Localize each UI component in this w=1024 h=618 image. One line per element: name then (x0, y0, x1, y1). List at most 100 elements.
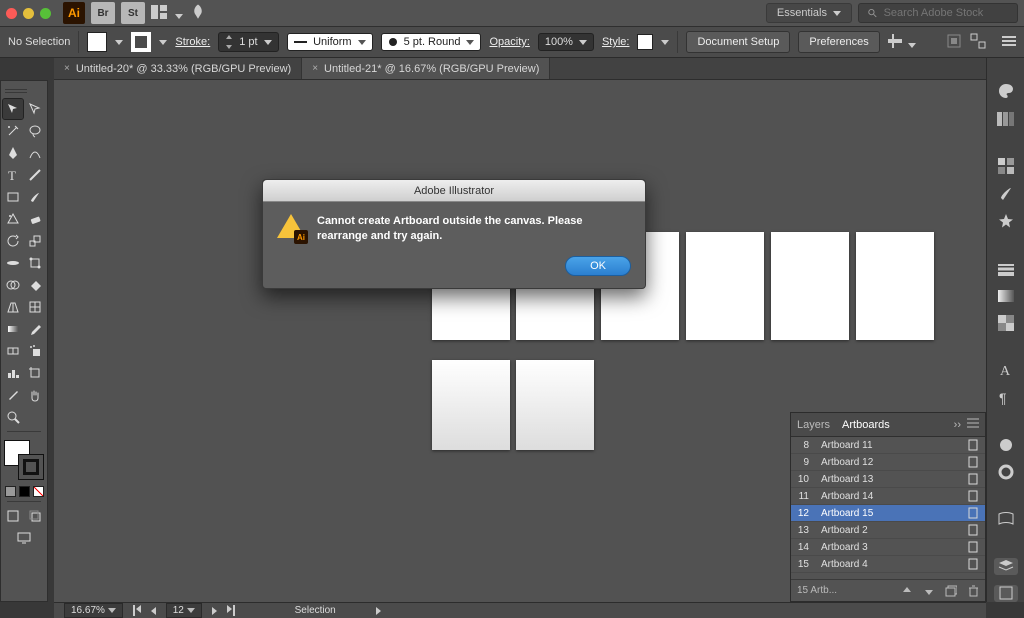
zoom-tool[interactable] (3, 407, 23, 427)
screen-mode-icon[interactable] (14, 528, 34, 548)
type-tool[interactable]: T (3, 165, 23, 185)
character-panel-icon[interactable]: A (994, 362, 1018, 379)
artboard-row[interactable]: 15Artboard 4 (791, 556, 985, 573)
stock-search-input[interactable] (884, 7, 1009, 19)
panel-menu-icon[interactable] (967, 418, 979, 431)
fill-stroke-control[interactable] (4, 440, 44, 480)
color-guide-panel-icon[interactable] (994, 110, 1018, 127)
stock-button[interactable]: St (121, 2, 145, 24)
artboard-options-icon[interactable] (967, 439, 979, 451)
artboard-options-icon[interactable] (967, 558, 979, 570)
delete-artboard-icon[interactable] (967, 585, 979, 597)
artboard-row[interactable]: 10Artboard 13 (791, 471, 985, 488)
blend-tool[interactable] (3, 341, 23, 361)
close-tab-icon[interactable]: × (312, 63, 318, 74)
artboard[interactable] (686, 232, 764, 340)
draw-normal-icon[interactable] (3, 506, 23, 526)
color-mode[interactable] (5, 486, 16, 497)
artboard-options-icon[interactable] (967, 473, 979, 485)
stroke-color[interactable] (18, 454, 44, 480)
direct-selection-tool[interactable] (25, 99, 45, 119)
scale-tool[interactable] (25, 231, 45, 251)
slice-tool[interactable] (3, 385, 23, 405)
perspective-grid-tool[interactable] (3, 297, 23, 317)
swatches-panel-icon[interactable] (994, 157, 1018, 174)
brushes-panel-icon[interactable] (994, 184, 1018, 202)
status-flyout-icon[interactable] (376, 607, 381, 615)
eyedropper-tool[interactable] (25, 319, 45, 339)
arrange-documents-icon[interactable] (151, 5, 183, 22)
variable-width-profile[interactable]: Uniform (287, 33, 373, 51)
artboard[interactable] (432, 360, 510, 450)
pen-tool[interactable] (3, 143, 23, 163)
shape-builder-tool[interactable] (3, 275, 23, 295)
transparency-panel-icon[interactable] (994, 315, 1018, 332)
color-panel-icon[interactable] (994, 82, 1018, 100)
first-artboard-button[interactable] (133, 605, 141, 616)
document-tab[interactable]: × Untitled-20* @ 33.33% (RGB/GPU Preview… (54, 58, 302, 79)
document-setup-button[interactable]: Document Setup (686, 31, 790, 53)
style-label[interactable]: Style: (602, 36, 630, 48)
artboard-options-icon[interactable] (967, 541, 979, 553)
isolate-icon[interactable] (970, 33, 986, 52)
opacity-field[interactable]: 100% (538, 33, 594, 51)
gpu-rocket-icon[interactable] (189, 3, 207, 24)
gradient-tool[interactable] (3, 319, 23, 339)
bridge-button[interactable]: Br (91, 2, 115, 24)
stroke-swatch[interactable] (131, 32, 151, 52)
move-down-icon[interactable] (923, 585, 935, 597)
rotate-tool[interactable] (3, 231, 23, 251)
artboard-tool[interactable] (25, 363, 45, 383)
hand-tool[interactable] (25, 385, 45, 405)
artboard-options-icon[interactable] (967, 456, 979, 468)
zoom-level[interactable]: 16.67% (64, 603, 123, 618)
artboard-navigator[interactable]: 12 (166, 603, 202, 618)
artboards-panel-icon[interactable] (994, 585, 1018, 602)
opacity-label[interactable]: Opacity: (489, 36, 529, 48)
paintbrush-tool[interactable] (25, 187, 45, 207)
adobe-stock-search[interactable] (858, 3, 1018, 23)
gradient-mode[interactable] (19, 486, 30, 497)
zoom-window-button[interactable] (40, 8, 51, 19)
prev-artboard-button[interactable] (151, 607, 156, 615)
artboard-row[interactable]: 8Artboard 11 (791, 437, 985, 454)
stroke-dropdown-icon[interactable] (159, 40, 167, 45)
draw-behind-icon[interactable] (25, 506, 45, 526)
line-segment-tool[interactable] (25, 165, 45, 185)
magic-wand-tool[interactable] (3, 121, 23, 141)
artboard-row[interactable]: 11Artboard 14 (791, 488, 985, 505)
selection-tool[interactable] (3, 99, 23, 119)
artboard-options-icon[interactable] (967, 490, 979, 502)
none-mode[interactable] (33, 486, 44, 497)
workspace-switcher[interactable]: Essentials (766, 3, 852, 23)
brush-definition[interactable]: 5 pt. Round (381, 33, 482, 51)
fill-swatch[interactable] (87, 32, 107, 52)
stroke-label[interactable]: Stroke: (175, 36, 210, 48)
close-tab-icon[interactable]: × (64, 63, 70, 74)
gradient-panel-icon[interactable] (994, 288, 1018, 305)
close-window-button[interactable] (6, 8, 17, 19)
graphic-style-swatch[interactable] (637, 34, 653, 50)
graphic-styles-panel-icon[interactable] (994, 463, 1018, 480)
control-menu-icon[interactable] (1002, 35, 1016, 50)
align-icon[interactable] (888, 34, 916, 51)
artboard-row[interactable]: 12Artboard 15 (791, 505, 985, 522)
paragraph-panel-icon[interactable]: ¶ (994, 389, 1018, 406)
panel-collapse-icon[interactable]: ›› (954, 419, 961, 431)
artboard-row[interactable]: 9Artboard 12 (791, 454, 985, 471)
artboard-options-icon[interactable] (967, 524, 979, 536)
artboard[interactable] (856, 232, 934, 340)
stroke-panel-icon[interactable] (994, 260, 1018, 277)
symbols-panel-icon[interactable] (994, 212, 1018, 230)
rectangle-tool[interactable] (3, 187, 23, 207)
column-graph-tool[interactable] (3, 363, 23, 383)
live-paint-bucket-tool[interactable] (25, 275, 45, 295)
new-artboard-icon[interactable] (945, 585, 957, 597)
mesh-tool[interactable] (25, 297, 45, 317)
artboard[interactable] (516, 360, 594, 450)
stroke-weight-field[interactable]: 1 pt (218, 32, 278, 52)
lasso-tool[interactable] (25, 121, 45, 141)
artboard[interactable] (771, 232, 849, 340)
appearance-panel-icon[interactable] (994, 436, 1018, 453)
fill-dropdown-icon[interactable] (115, 40, 123, 45)
